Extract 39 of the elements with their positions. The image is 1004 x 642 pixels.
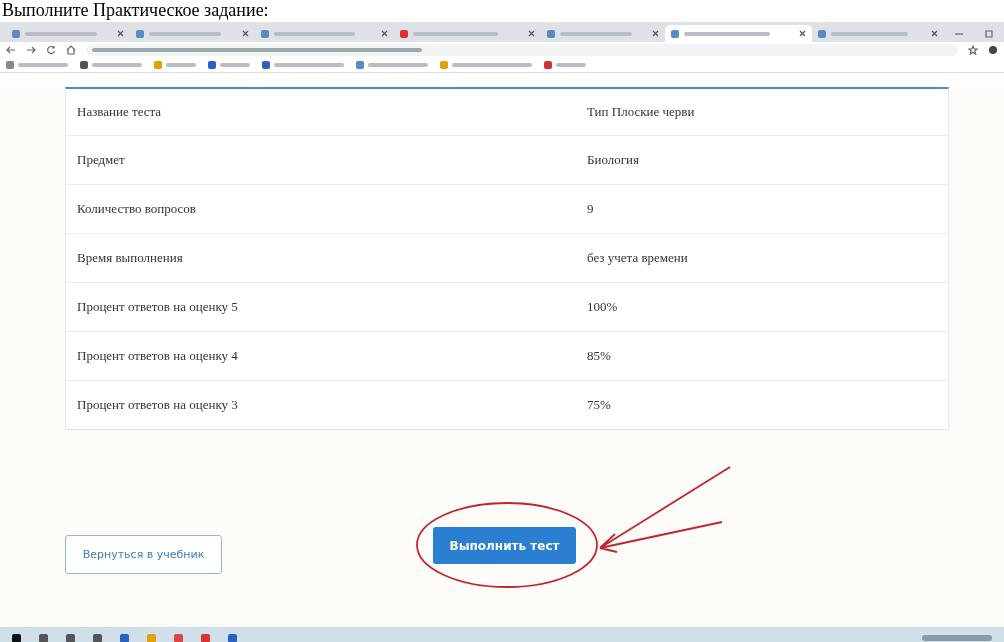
close-icon[interactable] — [931, 30, 938, 37]
reload-icon[interactable] — [46, 45, 56, 55]
row-label: Процент ответов на оценку 3 — [76, 397, 239, 413]
row-value: 9 — [586, 201, 595, 217]
close-icon[interactable] — [380, 30, 388, 37]
bookmark[interactable] — [262, 61, 344, 69]
maximize-icon[interactable] — [984, 29, 994, 39]
start-test-button[interactable]: Выполнить тест — [433, 527, 576, 564]
row-value: без учета времени — [586, 250, 689, 266]
bookmark[interactable] — [208, 61, 250, 69]
row-label: Количество вопросов — [76, 201, 197, 217]
back-icon[interactable] — [6, 45, 16, 55]
row-value: 75% — [586, 397, 612, 413]
close-icon[interactable] — [241, 30, 249, 37]
bookmark[interactable] — [6, 61, 68, 69]
row-value: Биология — [586, 152, 640, 168]
close-icon[interactable] — [527, 30, 535, 37]
back-to-textbook-button[interactable]: Вернуться в учебник — [65, 535, 222, 574]
taskbar-app-icon[interactable] — [12, 633, 21, 642]
row-label: Процент ответов на оценку 4 — [76, 348, 239, 364]
bookmark[interactable] — [80, 61, 142, 69]
row-label: Предмет — [76, 152, 126, 168]
row-value: 100% — [586, 299, 619, 315]
document-heading: Выполните Практическое задание: — [1, 0, 269, 21]
bookmark[interactable] — [544, 61, 586, 69]
forward-icon[interactable] — [26, 45, 36, 55]
row-label: Процент ответов на оценку 5 — [76, 299, 239, 315]
close-icon[interactable] — [652, 30, 660, 37]
bookmark[interactable] — [356, 61, 428, 69]
row-label: Время выполнения — [76, 250, 184, 266]
row-value: Тип Плоские черви — [586, 104, 696, 120]
close-icon[interactable] — [799, 30, 807, 37]
profile-icon[interactable] — [988, 45, 998, 55]
close-icon[interactable] — [117, 30, 125, 37]
star-icon[interactable] — [968, 45, 978, 55]
row-value: 85% — [586, 348, 612, 364]
browser-tab[interactable] — [665, 25, 813, 42]
home-icon[interactable] — [66, 45, 76, 55]
row-label: Название теста — [76, 104, 163, 120]
